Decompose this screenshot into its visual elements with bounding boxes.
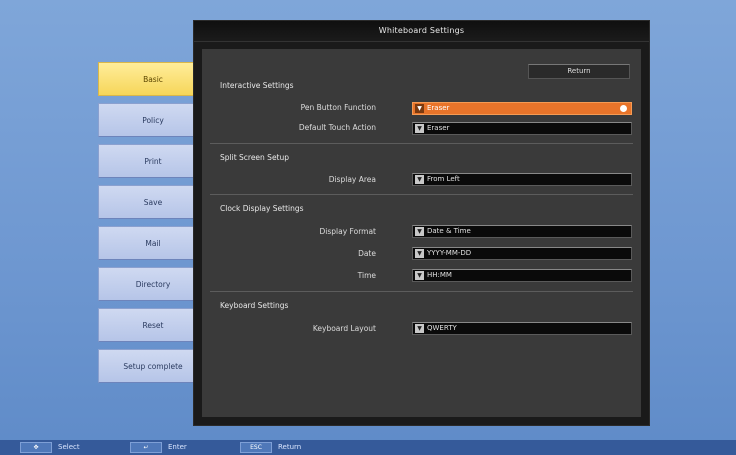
footer-return: ESC Return bbox=[240, 440, 301, 455]
return-button[interactable]: Return bbox=[528, 64, 630, 79]
footer-enter-label: Enter bbox=[168, 443, 187, 451]
dropdown-arrow-icon: ▼ bbox=[415, 324, 424, 333]
tab-label: Mail bbox=[145, 239, 161, 248]
display-format-label: Display Format bbox=[319, 227, 376, 236]
footer-select: ✥ Select bbox=[20, 440, 80, 455]
tab-save[interactable]: Save bbox=[98, 185, 208, 219]
default-touch-action-select[interactable]: ▼ Eraser bbox=[412, 122, 632, 135]
dropdown-arrow-icon: ▼ bbox=[415, 271, 424, 280]
section-title-keyboard: Keyboard Settings bbox=[220, 301, 289, 310]
footer-select-label: Select bbox=[58, 443, 80, 451]
time-format-select[interactable]: ▼ HH:MM bbox=[412, 269, 632, 282]
time-label: Time bbox=[357, 271, 376, 280]
navigate-arrows-icon: ✥ bbox=[20, 441, 52, 453]
tab-basic[interactable]: Basic bbox=[98, 62, 208, 96]
date-format-value: YYYY-MM-DD bbox=[427, 249, 472, 257]
section-title-split-screen: Split Screen Setup bbox=[220, 153, 290, 162]
dropdown-arrow-icon: ▼ bbox=[415, 104, 424, 113]
pen-button-function-select[interactable]: ▼ Eraser bbox=[412, 102, 632, 115]
pen-button-function-value: Eraser bbox=[427, 104, 450, 112]
section-divider bbox=[210, 291, 633, 292]
enter-key-icon: ↵ bbox=[130, 441, 162, 453]
dropdown-arrow-icon: ▼ bbox=[415, 175, 424, 184]
tab-label: Reset bbox=[142, 321, 164, 330]
default-touch-action-label: Default Touch Action bbox=[298, 123, 376, 132]
keyboard-layout-select[interactable]: ▼ QWERTY bbox=[412, 322, 632, 335]
keyboard-layout-value: QWERTY bbox=[427, 324, 457, 332]
tab-print[interactable]: Print bbox=[98, 144, 208, 178]
display-area-select[interactable]: ▼ From Left bbox=[412, 173, 632, 186]
tab-label: Setup complete bbox=[123, 362, 183, 371]
section-title-interactive: Interactive Settings bbox=[220, 81, 294, 90]
tab-policy[interactable]: Policy bbox=[98, 103, 208, 137]
tab-directory[interactable]: Directory bbox=[98, 267, 208, 301]
display-area-label: Display Area bbox=[328, 175, 376, 184]
panel-title: Whiteboard Settings bbox=[194, 21, 649, 42]
tab-label: Directory bbox=[135, 280, 171, 289]
section-divider bbox=[210, 194, 633, 195]
whiteboard-settings-panel: Whiteboard Settings Return Interactive S… bbox=[193, 20, 650, 426]
section-divider bbox=[210, 143, 633, 144]
tab-reset[interactable]: Reset bbox=[98, 308, 208, 342]
time-format-value: HH:MM bbox=[427, 271, 452, 279]
display-area-value: From Left bbox=[427, 175, 460, 183]
tab-mail[interactable]: Mail bbox=[98, 226, 208, 260]
display-format-value: Date & Time bbox=[427, 227, 471, 235]
footer-return-label: Return bbox=[278, 443, 302, 451]
keyboard-layout-label: Keyboard Layout bbox=[312, 324, 376, 333]
date-label: Date bbox=[358, 249, 376, 258]
tab-label: Print bbox=[144, 157, 162, 166]
tab-setup-complete[interactable]: Setup complete bbox=[98, 349, 208, 383]
default-touch-action-value: Eraser bbox=[427, 124, 450, 132]
tab-label: Save bbox=[143, 198, 163, 207]
tab-label: Policy bbox=[142, 116, 164, 125]
section-title-clock: Clock Display Settings bbox=[220, 204, 304, 213]
tab-label: Basic bbox=[143, 75, 163, 84]
dropdown-arrow-icon: ▼ bbox=[415, 249, 424, 258]
dropdown-arrow-icon: ▼ bbox=[415, 124, 424, 133]
settings-content: Return Interactive Settings Pen Button F… bbox=[202, 49, 641, 417]
pen-button-function-label: Pen Button Function bbox=[300, 103, 376, 112]
footer-enter: ↵ Enter bbox=[130, 440, 187, 455]
date-format-select[interactable]: ▼ YYYY-MM-DD bbox=[412, 247, 632, 260]
footer-help-bar: ✥ Select ↵ Enter ESC Return bbox=[0, 440, 736, 455]
selected-indicator-icon bbox=[620, 105, 627, 112]
display-format-select[interactable]: ▼ Date & Time bbox=[412, 225, 632, 238]
esc-key-icon: ESC bbox=[240, 441, 272, 453]
dropdown-arrow-icon: ▼ bbox=[415, 227, 424, 236]
